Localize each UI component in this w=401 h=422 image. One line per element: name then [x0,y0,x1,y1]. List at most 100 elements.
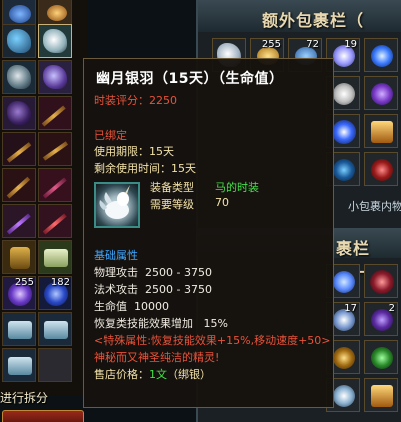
orb-icon [371,45,393,67]
equip-type-value: 马的时装 [215,181,259,194]
bag-hint-text: 小包裹内物 [348,200,401,213]
lock-icon [10,247,30,269]
bag-slot[interactable] [364,114,398,148]
mount-icon [7,101,31,125]
item-icon [333,83,355,105]
score-label: 时装评分： [94,94,149,107]
inventory-slot[interactable] [38,240,72,274]
inventory-slot[interactable] [2,312,36,346]
stack-count: 72 [306,39,319,50]
mount-icon [43,65,67,89]
inventory-slot[interactable]: 255 [2,276,36,310]
recovery-value: 15% [203,317,228,330]
weapon-icon [42,141,69,161]
panel-title: 额外包裹栏（ [262,11,365,30]
orb-icon [370,270,394,294]
score-value: 2250 [149,94,177,107]
stack-count: 19 [344,39,357,50]
inventory-slot[interactable] [2,168,36,202]
magic-atk-row: 法术攻击 2500 - 3750 [94,281,212,297]
recovery-label: 恢复类技能效果增加 [94,317,193,330]
stack-count: 255 [14,277,34,288]
inventory-slot-selected[interactable] [38,24,72,58]
inventory-slot[interactable] [38,96,72,130]
inventory-slot[interactable] [2,24,36,58]
item-icon [333,385,355,407]
stack-count: 255 [261,39,281,50]
inventory-slot[interactable] [38,132,72,166]
orb-icon [371,159,393,181]
inventory-slot[interactable] [38,348,72,382]
price-value: 1文 [149,368,167,381]
stack-count: 2 [388,303,395,314]
special-attr: <特殊属性:恢复技能效果+15%,移动速度+50> [94,334,331,347]
item-name: 幽月银羽（15天）（生命值） [96,71,284,87]
weapon-icon [6,142,32,163]
phys-atk-label: 物理攻击 [94,266,138,279]
bag-slot[interactable] [364,152,398,186]
mount-icon [7,29,31,53]
recovery-row: 恢复类技能效果增加 15% [94,315,228,331]
unicorn-mount-icon [94,182,140,228]
orb-icon [333,159,355,181]
weapon-icon [41,105,66,127]
inventory-slot[interactable] [2,132,36,166]
bag-slot[interactable]: 2 [364,302,398,336]
item-icon [371,385,393,407]
price-bound: （绑银） [167,368,211,381]
req-level-value: 70 [215,196,229,209]
inventory-grid: 255 182 [0,0,88,395]
inventory-slot[interactable] [2,96,36,130]
phys-atk-value: 2500 - 3750 [145,266,212,279]
stack-count: 17 [344,303,357,314]
price-label: 售店价格： [94,368,149,381]
bell-icon [333,347,355,369]
inventory-slot[interactable] [2,348,36,382]
orb-icon [371,347,393,369]
item-icon [9,5,31,23]
inventory-slot[interactable] [2,60,36,94]
magic-atk-label: 法术攻击 [94,283,138,296]
score-row: 时装评分：2250 [94,92,177,108]
inventory-slot[interactable]: 182 [38,276,72,310]
weapon-icon [42,213,67,235]
hp-value: 10000 [134,300,169,313]
bound-status: 已绑定 [94,129,127,142]
weapon-icon [6,176,31,199]
inventory-slot[interactable] [38,204,72,238]
orb-icon [333,271,355,293]
inventory-slot[interactable] [2,240,36,274]
flavor-text: 神秘而又神圣纯洁的精灵! [94,351,220,364]
scroll-icon [44,321,68,339]
base-attr-header: 基础属性 [94,249,138,262]
bag-slot[interactable] [364,378,398,412]
use-period-label: 使用期限： [94,145,149,158]
orb-icon [371,83,393,105]
scroll-icon [44,249,68,267]
use-period-value: 15天 [149,145,174,158]
equip-type-label: 装备类型 [150,181,194,194]
hp-label: 生命值 [94,300,127,313]
hp-row: 生命值 10000 [94,298,169,314]
confirm-button[interactable] [2,410,84,422]
inventory-slot[interactable] [2,204,36,238]
unicorn-icon [99,185,130,219]
bag-slot[interactable] [364,340,398,374]
inventory-slot[interactable] [38,312,72,346]
magic-atk-value: 2500 - 3750 [145,283,212,296]
stack-count: 182 [50,277,70,288]
game-screen: 255 182 进行拆分 额外包裹栏（ 255 72 19 小包裹内物 裹栏 一… [0,0,401,422]
weapon-icon [42,177,67,199]
item-icon [47,5,67,21]
remaining-value: 15天 [171,162,196,175]
item-icon [371,121,393,143]
bag-slot[interactable] [364,264,398,298]
remaining-label: 剩余使用时间： [94,162,171,175]
orb-icon [332,120,356,144]
bag-slot[interactable] [364,38,398,72]
phys-atk-row: 物理攻击 2500 - 3750 [94,264,212,280]
item-tooltip: 幽月银羽（15天）（生命值） 时装评分：2250 已绑定 使用期限：15天 剩余… [83,58,334,408]
inventory-slot[interactable] [38,168,72,202]
inventory-slot[interactable] [38,60,72,94]
bag-slot[interactable] [364,76,398,110]
